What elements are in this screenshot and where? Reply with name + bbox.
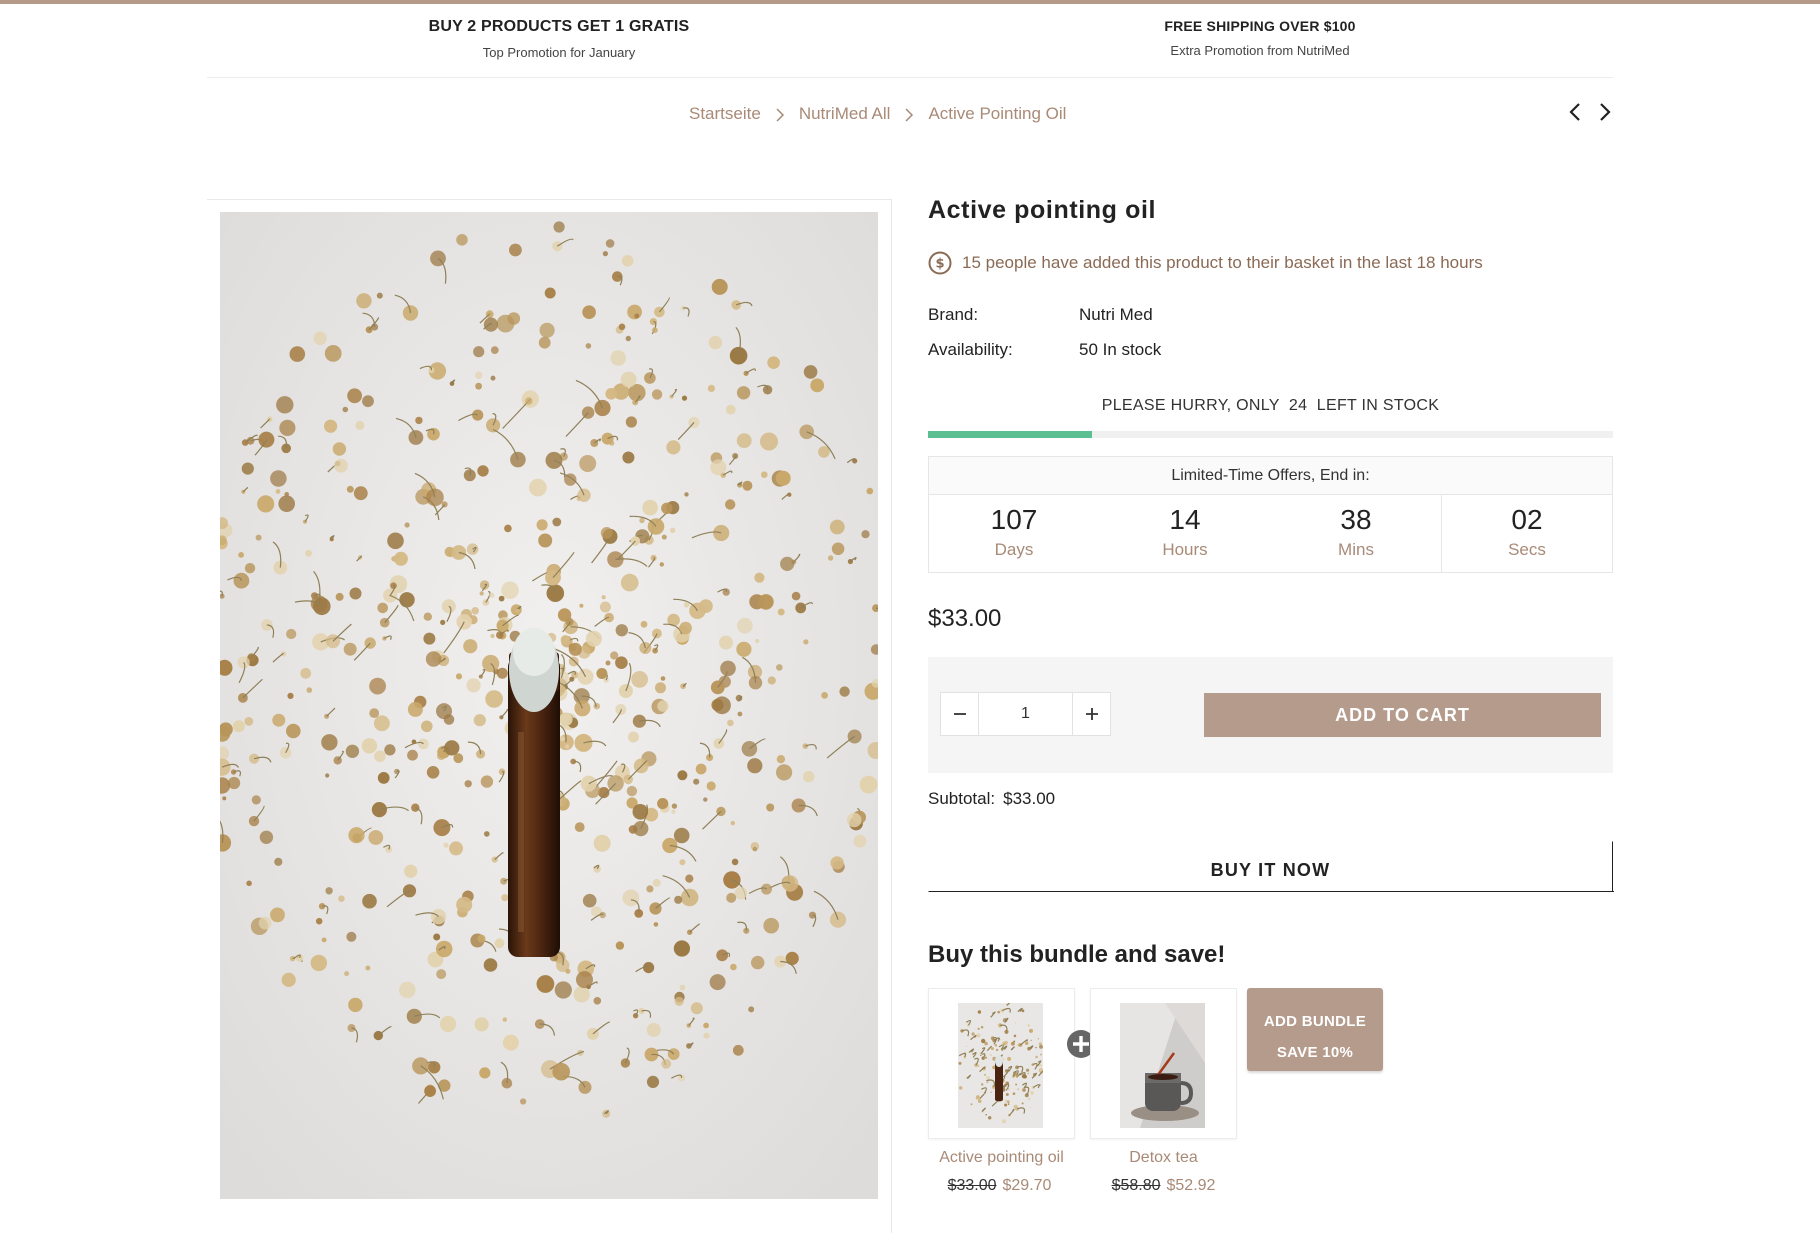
product-price: $33.00 [928,605,1002,632]
bundle-title: Buy this bundle and save! [928,941,1226,968]
old-price: $33.00 [947,1177,997,1194]
brand-value[interactable]: Nutri Med [1079,305,1153,325]
promo-free-shipping: FREE SHIPPING OVER $100 Extra Promotion … [1110,18,1410,58]
countdown-days: 107 Days [929,495,1099,572]
bundle-item-name[interactable]: Active pointing oil [928,1149,1075,1167]
bundle-item-image [1120,1003,1205,1128]
top-accent-line [0,0,1820,4]
countdown-label: Secs [1508,540,1546,559]
countdown-label: Mins [1338,540,1374,559]
add-to-cart-box: 1 ADD TO CART [928,657,1613,773]
chevron-right-icon[interactable] [1596,100,1614,124]
countdown-value: 38 [1340,504,1372,535]
breadcrumb: Startseite NutriMed All Active Pointing … [689,104,1066,124]
subtotal-label: Subtotal: [928,789,996,808]
plus-icon[interactable] [1072,693,1110,735]
bundle-item-price: $33.00 $29.70 [926,1177,1073,1195]
breadcrumb-current: Active Pointing Oil [928,104,1067,123]
stock-progress-fill [928,431,1093,438]
bundle-item-price: $58.80 $52.92 [1090,1177,1237,1195]
stock-progress-bar [928,431,1613,438]
promo-divider [207,77,1613,78]
brand-label: Brand: [928,305,979,324]
add-bundle-label: ADD BUNDLE [1263,1013,1367,1030]
promo-buy-2-get-1: BUY 2 PRODUCTS GET 1 GRATIS Top Promotio… [409,18,709,60]
countdown-mins: 38 Mins [1270,495,1441,572]
countdown-secs: 02 Secs [1441,495,1612,572]
countdown-header: Limited-Time Offers, End in: [929,457,1612,495]
add-bundle-button[interactable]: ADD BUNDLE SAVE 10% [1247,988,1383,1071]
product-title: Active pointing oil [928,196,1157,224]
bundle-item-image [958,1003,1043,1128]
new-price: $52.92 [1166,1177,1216,1194]
product-main-image[interactable] [220,212,878,1199]
brand-row: Brand: Nutri Med [928,305,1153,325]
social-proof: $ 15 people have added this product to t… [928,251,1483,275]
subtotal-value: $33.00 [1003,789,1056,808]
countdown-label: Days [994,540,1034,559]
social-proof-text: 15 people have added this product to the… [962,253,1483,272]
bundle-item-name[interactable]: Detox tea [1090,1149,1237,1167]
subtotal: Subtotal: $33.00 [928,789,1055,809]
countdown-hours: 14 Hours [1099,495,1270,572]
new-price: $29.70 [1002,1177,1052,1194]
chevron-right-separator-icon [904,108,914,122]
chevron-right-separator-icon [775,108,785,122]
availability-row: Availability: 50 In stock [928,340,1161,360]
countdown-timer: Limited-Time Offers, End in: 107 Days 14… [928,456,1613,573]
product-pager [1566,100,1614,124]
availability-value: 50 In stock [1079,340,1162,359]
promo-subtitle: Extra Promotion from NutriMed [1170,43,1350,58]
minus-icon[interactable] [941,693,979,735]
countdown-value: 14 [1169,504,1201,535]
breadcrumb-collection[interactable]: NutriMed All [799,104,891,124]
buy-it-now-button[interactable]: BUY IT NOW [928,841,1614,892]
countdown-value: 02 [1511,504,1543,535]
svg-text:$: $ [935,257,944,272]
dollar-circle-icon: $ [928,251,952,275]
chevron-left-icon[interactable] [1566,100,1584,124]
availability-label: Availability: [928,340,1013,359]
add-to-cart-button[interactable]: ADD TO CART [1204,693,1601,737]
countdown-label: Hours [1162,540,1208,559]
bundle-item-card[interactable] [928,988,1075,1139]
stock-hurry-text: PLEASE HURRY, ONLY 24 LEFT IN STOCK [1101,397,1440,414]
countdown-value: 107 [990,504,1038,535]
old-price: $58.80 [1111,1177,1161,1194]
quantity-stepper: 1 [940,692,1111,736]
promo-title: FREE SHIPPING OVER $100 [1164,18,1356,34]
promo-title: BUY 2 PRODUCTS GET 1 GRATIS [428,18,690,35]
breadcrumb-home[interactable]: Startseite [689,104,761,124]
add-bundle-save-label: SAVE 10% [1276,1044,1354,1061]
bundle-item-card[interactable] [1090,988,1237,1139]
quantity-input[interactable]: 1 [979,705,1072,723]
promo-subtitle: Top Promotion for January [482,45,636,60]
